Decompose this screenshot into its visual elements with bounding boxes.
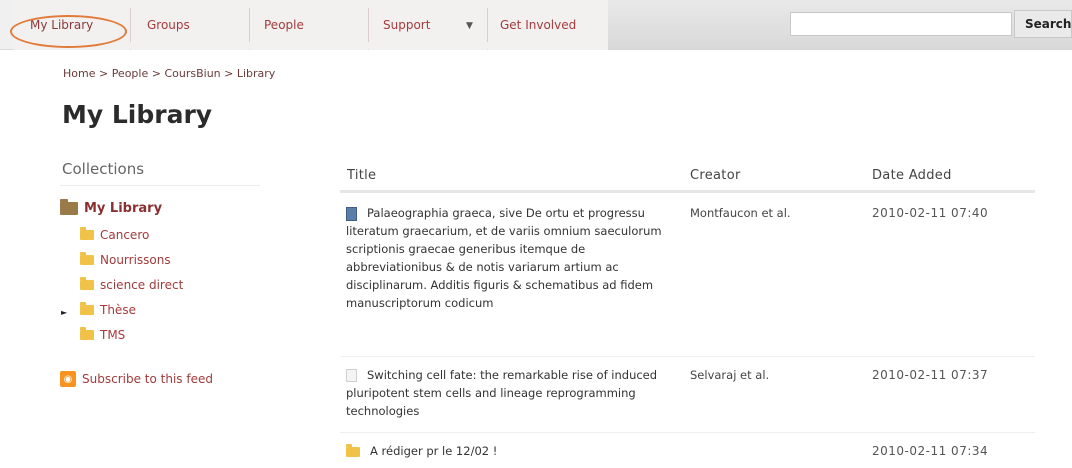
expand-arrow-icon[interactable]: ► bbox=[61, 308, 67, 317]
rss-icon: ◉ bbox=[60, 371, 76, 387]
row-title-text: Palaeographia graeca, sive De ortu et pr… bbox=[346, 206, 662, 310]
folder-icon bbox=[80, 277, 94, 290]
tab-get-involved-label: Get Involved bbox=[500, 18, 577, 32]
collection-item-science-direct[interactable]: science direct bbox=[80, 277, 184, 292]
top-navigation: My Library Groups People Support ▼ Get I… bbox=[0, 0, 1072, 50]
collection-item-label: science direct bbox=[100, 278, 184, 292]
collection-item-label: Thèse bbox=[100, 303, 136, 317]
row-divider bbox=[340, 432, 1035, 433]
tab-get-involved[interactable]: Get Involved bbox=[488, 0, 608, 50]
table-row-title[interactable]: Switching cell fate: the remarkable rise… bbox=[346, 366, 676, 420]
breadcrumb[interactable]: Home > People > CoursBiun > Library bbox=[63, 67, 275, 80]
tab-my-library-label: My Library bbox=[30, 18, 94, 32]
book-icon bbox=[346, 206, 357, 221]
collections-heading: Collections bbox=[62, 160, 145, 178]
folder-icon bbox=[80, 302, 94, 315]
table-header-divider bbox=[340, 190, 1035, 193]
page-title: My Library bbox=[62, 100, 213, 129]
table-row-title[interactable]: A rédiger pr le 12/02 ! bbox=[346, 442, 676, 460]
column-header-creator[interactable]: Creator bbox=[690, 168, 741, 183]
table-row-date: 2010-02-11 07:37 bbox=[872, 368, 989, 382]
tab-people-label: People bbox=[264, 18, 304, 32]
table-row-date: 2010-02-11 07:34 bbox=[872, 444, 989, 458]
divider bbox=[60, 185, 260, 186]
folder-icon bbox=[80, 327, 94, 340]
tab-people[interactable]: People bbox=[250, 0, 368, 50]
row-title-text: A rédiger pr le 12/02 ! bbox=[370, 444, 498, 458]
collection-item-label: TMS bbox=[100, 328, 126, 342]
search-input[interactable] bbox=[790, 12, 1012, 36]
row-divider bbox=[340, 356, 1035, 357]
library-icon bbox=[60, 199, 78, 215]
collection-my-library[interactable]: My Library bbox=[60, 199, 163, 216]
collection-item-nourrissons[interactable]: Nourrissons bbox=[80, 252, 171, 267]
tab-groups[interactable]: Groups bbox=[131, 0, 249, 50]
subscribe-feed-label: Subscribe to this feed bbox=[82, 372, 213, 386]
document-icon bbox=[346, 369, 357, 382]
search-button[interactable]: Search bbox=[1014, 10, 1072, 38]
subscribe-feed-link[interactable]: ◉ Subscribe to this feed bbox=[60, 371, 213, 387]
collection-item-these[interactable]: Thèse bbox=[80, 302, 136, 317]
tab-support-label: Support bbox=[383, 18, 431, 32]
folder-icon bbox=[80, 252, 94, 265]
collection-item-cancero[interactable]: Cancero bbox=[80, 227, 150, 242]
column-header-title[interactable]: Title bbox=[347, 168, 376, 183]
folder-icon bbox=[80, 227, 94, 240]
table-row-date: 2010-02-11 07:40 bbox=[872, 206, 989, 220]
table-row-creator: Montfaucon et al. bbox=[690, 206, 791, 220]
row-title-text: Switching cell fate: the remarkable rise… bbox=[346, 368, 658, 418]
column-header-date-added[interactable]: Date Added bbox=[872, 168, 952, 183]
folder-icon bbox=[346, 443, 360, 457]
collection-item-label: Nourrissons bbox=[100, 253, 171, 267]
support-dropdown-arrow-icon[interactable]: ▼ bbox=[466, 21, 473, 31]
tab-my-library[interactable]: My Library bbox=[14, 0, 130, 50]
collection-my-library-label: My Library bbox=[84, 201, 163, 216]
table-row-creator: Selvaraj et al. bbox=[690, 368, 770, 382]
tab-groups-label: Groups bbox=[147, 18, 190, 32]
collection-item-tms[interactable]: TMS bbox=[80, 327, 126, 342]
table-row-title[interactable]: Palaeographia graeca, sive De ortu et pr… bbox=[346, 204, 676, 312]
collection-item-label: Cancero bbox=[100, 228, 150, 242]
